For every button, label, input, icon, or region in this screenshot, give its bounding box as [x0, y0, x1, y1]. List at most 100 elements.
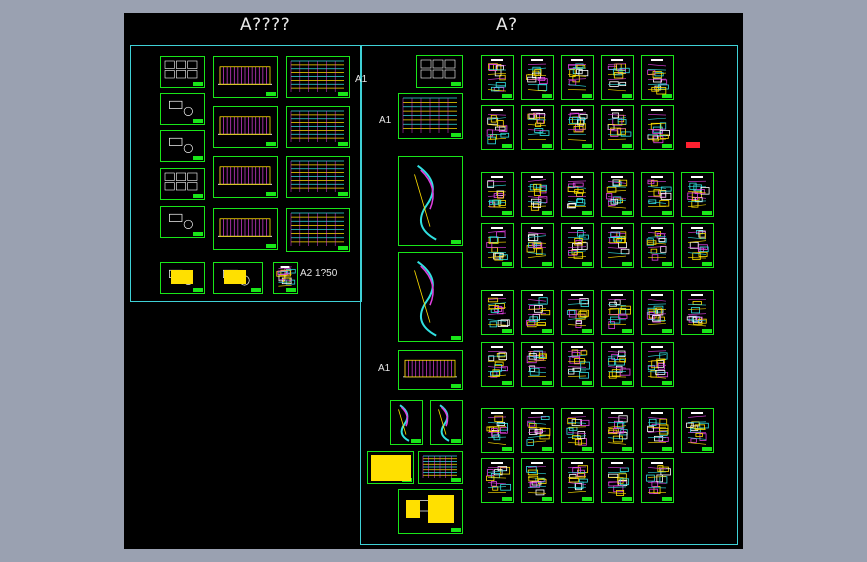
- sheet-left-7[interactable]: [160, 130, 205, 162]
- sheet-left-4[interactable]: [160, 93, 205, 125]
- sheet-plan-8[interactable]: [561, 105, 594, 150]
- sheet-drawing: [287, 209, 348, 250]
- sheet-drawing: [642, 56, 672, 98]
- sheet-drawing: [482, 459, 512, 501]
- sheet-plan-35[interactable]: [521, 408, 554, 453]
- sheet-plan-32[interactable]: [601, 342, 634, 387]
- sheet-left-11[interactable]: [160, 206, 205, 238]
- sheet-drawing: [642, 409, 672, 451]
- sheet-left-16[interactable]: [273, 262, 298, 294]
- yellow-block: [428, 495, 454, 523]
- sheet-plan-42[interactable]: [561, 458, 594, 503]
- sheet-plan-20[interactable]: [601, 223, 634, 268]
- sheet-plan-37[interactable]: [601, 408, 634, 453]
- sheet-plan-2[interactable]: [521, 55, 554, 100]
- sheet-drawing: [522, 106, 552, 148]
- sheet-drawing: [602, 343, 632, 385]
- sheet-drawing: [161, 94, 203, 123]
- sheet-left-9[interactable]: [213, 156, 278, 198]
- sheet-drawing: [482, 343, 512, 385]
- sheet-plan-44[interactable]: [641, 458, 674, 503]
- yellow-block: [224, 270, 246, 284]
- sheet-plan-17[interactable]: [481, 223, 514, 268]
- sheet-drawing: [482, 291, 512, 333]
- sheet-plan-19[interactable]: [561, 223, 594, 268]
- sheet-left-3[interactable]: [286, 56, 350, 98]
- sheet-drawing: [522, 173, 552, 215]
- sheet-left-2[interactable]: [213, 56, 278, 98]
- sheet-drawing: [399, 351, 461, 388]
- sheet-plan-10[interactable]: [641, 105, 674, 150]
- sheet-plan-34[interactable]: [481, 408, 514, 453]
- sheet-drawing: [482, 56, 512, 98]
- sheet-drawing: [562, 409, 592, 451]
- sheet-plan-25[interactable]: [561, 290, 594, 335]
- sheet-plan-38[interactable]: [641, 408, 674, 453]
- sheet-plan-43[interactable]: [601, 458, 634, 503]
- sheet-center-1[interactable]: [416, 55, 463, 88]
- sheet-drawing: [482, 106, 512, 148]
- sheet-left-6[interactable]: [286, 106, 350, 148]
- sheet-plan-28[interactable]: [681, 290, 714, 335]
- sheet-drawing: [391, 401, 421, 443]
- sheet-left-12[interactable]: [213, 208, 278, 250]
- sheet-plan-5[interactable]: [641, 55, 674, 100]
- sheet-center-2[interactable]: [398, 93, 463, 139]
- sheet-drawing: [161, 131, 203, 160]
- sheet-plan-41[interactable]: [521, 458, 554, 503]
- sheet-plan-27[interactable]: [641, 290, 674, 335]
- sheet-center-4[interactable]: [398, 252, 463, 342]
- sheet-drawing: [522, 409, 552, 451]
- sheet-plan-11[interactable]: [481, 172, 514, 217]
- sheet-center-3[interactable]: [398, 156, 463, 246]
- sheet-plan-31[interactable]: [561, 342, 594, 387]
- sheet-drawing: [522, 291, 552, 333]
- sheet-plan-4[interactable]: [601, 55, 634, 100]
- sheet-plan-1[interactable]: [481, 55, 514, 100]
- sheet-plan-7[interactable]: [521, 105, 554, 150]
- sheet-plan-30[interactable]: [521, 342, 554, 387]
- sheet-plan-15[interactable]: [641, 172, 674, 217]
- sheet-plan-29[interactable]: [481, 342, 514, 387]
- sheet-plan-12[interactable]: [521, 172, 554, 217]
- sheet-drawing: [562, 343, 592, 385]
- sheet-plan-36[interactable]: [561, 408, 594, 453]
- sheet-plan-3[interactable]: [561, 55, 594, 100]
- sheet-left-5[interactable]: [213, 106, 278, 148]
- sheet-drawing: [642, 291, 672, 333]
- a1-label-third: A1: [378, 363, 390, 374]
- sheet-plan-18[interactable]: [521, 223, 554, 268]
- sheet-drawing: [682, 291, 712, 333]
- sheet-plan-39[interactable]: [681, 408, 714, 453]
- sheet-drawing: [482, 224, 512, 266]
- sheet-left-1[interactable]: [160, 56, 205, 88]
- sheet-drawing: [562, 291, 592, 333]
- sheet-plan-26[interactable]: [601, 290, 634, 335]
- a1-label-top: A1: [355, 74, 367, 85]
- sheet-plan-40[interactable]: [481, 458, 514, 503]
- sheet-center-9[interactable]: [418, 451, 463, 484]
- sheet-drawing: [642, 173, 672, 215]
- sheet-plan-16[interactable]: [681, 172, 714, 217]
- sheet-plan-14[interactable]: [601, 172, 634, 217]
- sheet-drawing: [562, 56, 592, 98]
- sheet-left-10[interactable]: [286, 156, 350, 198]
- sheet-plan-24[interactable]: [521, 290, 554, 335]
- sheet-drawing: [287, 57, 348, 96]
- sheet-center-5[interactable]: [398, 350, 463, 390]
- sheet-left-8[interactable]: [160, 168, 205, 200]
- sheet-plan-9[interactable]: [601, 105, 634, 150]
- sheet-drawing: [482, 409, 512, 451]
- sheet-plan-33[interactable]: [641, 342, 674, 387]
- sheet-plan-23[interactable]: [481, 290, 514, 335]
- sheet-left-13[interactable]: [286, 208, 350, 252]
- sheet-center-6[interactable]: [390, 400, 423, 445]
- sheet-plan-22[interactable]: [681, 223, 714, 268]
- sheet-plan-21[interactable]: [641, 223, 674, 268]
- sheet-drawing: [287, 107, 348, 146]
- sheet-drawing: [642, 106, 672, 148]
- sheet-plan-13[interactable]: [561, 172, 594, 217]
- sheet-plan-6[interactable]: [481, 105, 514, 150]
- sheet-drawing: [602, 106, 632, 148]
- sheet-center-7[interactable]: [430, 400, 463, 445]
